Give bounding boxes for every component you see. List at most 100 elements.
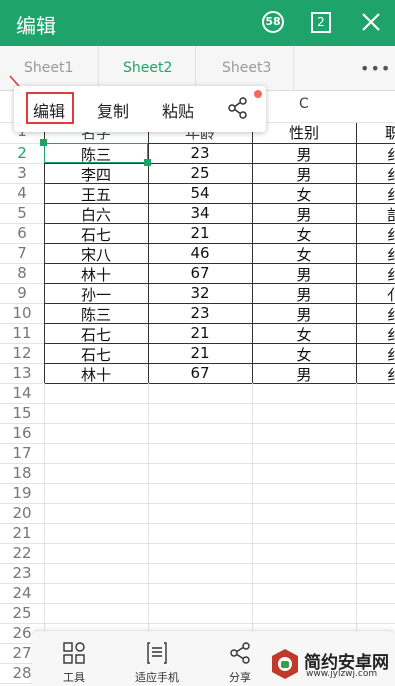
cell-age[interactable]: 32 bbox=[148, 284, 252, 302]
tab-sheet3[interactable]: Sheet3 bbox=[222, 60, 271, 76]
cell-age[interactable]: 25 bbox=[148, 164, 252, 182]
cell-name[interactable]: 李四 bbox=[44, 164, 148, 185]
cell-extra[interactable]: 纟 bbox=[387, 164, 395, 185]
tools-button[interactable]: 工具 bbox=[34, 631, 114, 686]
header-cell-partial[interactable]: 职 bbox=[385, 122, 395, 143]
cell-name[interactable]: 宋八 bbox=[44, 244, 148, 265]
row-number[interactable]: 23 bbox=[0, 564, 44, 582]
window-count-button[interactable]: 2 bbox=[311, 12, 331, 33]
row-number[interactable]: 20 bbox=[0, 504, 44, 522]
row-number[interactable]: 16 bbox=[0, 424, 44, 442]
cell-gender[interactable]: 男 bbox=[252, 144, 356, 165]
row-gridline bbox=[44, 523, 395, 524]
cell-name[interactable]: 林十 bbox=[44, 364, 148, 385]
cell-age[interactable]: 21 bbox=[148, 224, 252, 242]
row-gridline bbox=[0, 403, 44, 404]
cell-age[interactable]: 21 bbox=[148, 344, 252, 362]
row-number[interactable]: 8 bbox=[0, 264, 44, 282]
edit-button[interactable]: 编辑 bbox=[33, 98, 65, 122]
cell-name[interactable]: 王五 bbox=[44, 184, 148, 205]
row-number[interactable]: 14 bbox=[0, 384, 44, 402]
row-gridline bbox=[44, 603, 395, 604]
close-icon[interactable] bbox=[360, 11, 382, 33]
cell-age[interactable]: 54 bbox=[148, 184, 252, 202]
tab-sheet2[interactable]: Sheet2 bbox=[123, 60, 172, 76]
share-icon[interactable] bbox=[227, 97, 249, 119]
row-gridline bbox=[44, 183, 395, 184]
row-number[interactable]: 5 bbox=[0, 204, 44, 222]
row-number[interactable]: 12 bbox=[0, 344, 44, 362]
cell-age[interactable]: 23 bbox=[148, 304, 252, 322]
row-number[interactable]: 9 bbox=[0, 284, 44, 302]
row-number[interactable]: 21 bbox=[0, 524, 44, 542]
cell-age[interactable]: 67 bbox=[148, 364, 252, 382]
cell-extra[interactable]: 纟 bbox=[387, 224, 395, 245]
row-number[interactable]: 2 bbox=[0, 144, 44, 162]
cell-gender[interactable]: 男 bbox=[252, 284, 356, 305]
cell-gender[interactable]: 男 bbox=[252, 264, 356, 285]
cell-extra[interactable]: 纟 bbox=[387, 264, 395, 285]
selected-cell[interactable] bbox=[44, 143, 148, 163]
row-gridline bbox=[44, 243, 395, 244]
cell-extra[interactable]: 亻 bbox=[387, 284, 395, 305]
row-gridline bbox=[0, 243, 44, 244]
cell-gender[interactable]: 男 bbox=[252, 204, 356, 225]
row-number[interactable]: 18 bbox=[0, 464, 44, 482]
cell-age[interactable]: 46 bbox=[148, 244, 252, 262]
cell-gender[interactable]: 男 bbox=[252, 164, 356, 185]
cell-gender[interactable]: 女 bbox=[252, 344, 356, 365]
cell-gender[interactable]: 女 bbox=[252, 224, 356, 245]
cell-name[interactable]: 林十 bbox=[44, 264, 148, 285]
row-number[interactable]: 15 bbox=[0, 404, 44, 422]
row-number[interactable]: 6 bbox=[0, 224, 44, 242]
cell-extra[interactable]: 纟 bbox=[387, 324, 395, 345]
cell-age[interactable]: 34 bbox=[148, 204, 252, 222]
column-header-c[interactable]: C bbox=[299, 96, 309, 112]
paste-button[interactable]: 粘贴 bbox=[162, 98, 194, 122]
row-number[interactable]: 3 bbox=[0, 164, 44, 182]
cell-age[interactable]: 23 bbox=[148, 144, 252, 162]
row-gridline bbox=[0, 423, 44, 424]
cell-extra[interactable]: 纟 bbox=[387, 344, 395, 365]
row-number[interactable]: 11 bbox=[0, 324, 44, 342]
more-icon[interactable]: ••• bbox=[360, 59, 391, 78]
selection-handle-top-left[interactable] bbox=[40, 139, 47, 146]
cell-gender[interactable]: 女 bbox=[252, 324, 356, 345]
row-number[interactable]: 4 bbox=[0, 184, 44, 202]
row-gridline bbox=[44, 423, 395, 424]
row-number[interactable]: 24 bbox=[0, 584, 44, 602]
cell-extra[interactable]: 訁 bbox=[387, 204, 395, 225]
copy-button[interactable]: 复制 bbox=[97, 98, 129, 122]
cell-extra[interactable]: 纟 bbox=[387, 184, 395, 205]
row-number[interactable]: 17 bbox=[0, 444, 44, 462]
cell-name[interactable]: 陈三 bbox=[44, 304, 148, 325]
cell-extra[interactable]: 纟 bbox=[387, 304, 395, 325]
cell-gender[interactable]: 女 bbox=[252, 244, 356, 265]
column-gridline bbox=[356, 123, 357, 383]
cell-gender[interactable]: 男 bbox=[252, 364, 356, 385]
tab-sheet1[interactable]: Sheet1 bbox=[24, 60, 73, 76]
cell-extra[interactable]: 纟 bbox=[387, 144, 395, 165]
cell-gender[interactable]: 女 bbox=[252, 184, 356, 205]
header-cell-gender[interactable]: 性别 bbox=[252, 122, 356, 143]
cell-age[interactable]: 21 bbox=[148, 324, 252, 342]
cell-name[interactable]: 石七 bbox=[44, 224, 148, 245]
row-number[interactable]: 10 bbox=[0, 304, 44, 322]
row-number[interactable]: 13 bbox=[0, 364, 44, 382]
row-number[interactable]: 7 bbox=[0, 244, 44, 262]
cell-extra[interactable]: 纟 bbox=[387, 364, 395, 385]
row-number[interactable]: 22 bbox=[0, 544, 44, 562]
cell-name[interactable]: 孙一 bbox=[44, 284, 148, 305]
cell-name[interactable]: 石七 bbox=[44, 344, 148, 365]
cell-name[interactable]: 石七 bbox=[44, 324, 148, 345]
notification-badge[interactable]: 58 bbox=[262, 11, 284, 33]
fit-phone-button[interactable]: 适应手机 bbox=[117, 631, 197, 686]
selection-handle-bottom-right[interactable] bbox=[144, 159, 151, 166]
cell-gender[interactable]: 男 bbox=[252, 304, 356, 325]
row-gridline bbox=[44, 283, 395, 284]
row-number[interactable]: 19 bbox=[0, 484, 44, 502]
cell-age[interactable]: 67 bbox=[148, 264, 252, 282]
row-number[interactable]: 25 bbox=[0, 604, 44, 622]
cell-extra[interactable]: 纟 bbox=[387, 244, 395, 265]
cell-name[interactable]: 白六 bbox=[44, 204, 148, 225]
